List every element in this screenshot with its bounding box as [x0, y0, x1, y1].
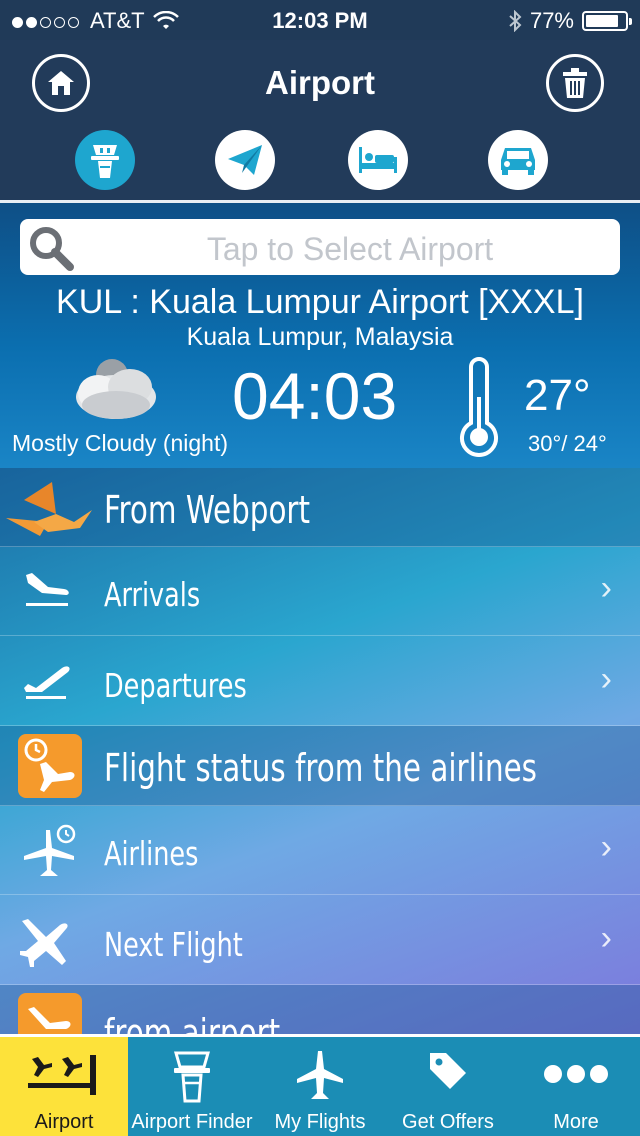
- airlines-row[interactable]: Airlines ›: [0, 806, 640, 895]
- tab-get-offers[interactable]: Get Offers: [384, 1037, 512, 1136]
- menu-list: From Webport Arrivals › Departures › Fli…: [0, 468, 640, 1034]
- departures-row[interactable]: Departures ›: [0, 636, 640, 726]
- paper-plane-icon: [228, 145, 262, 175]
- tab-get-offers-label: Get Offers: [402, 1111, 494, 1133]
- next-flight-label: Next Flight: [104, 925, 243, 964]
- tab-airport-finder-label: Airport Finder: [131, 1111, 253, 1133]
- arrivals-row[interactable]: Arrivals ›: [0, 547, 640, 636]
- section-header-webport: From Webport: [0, 468, 640, 547]
- tab-airport[interactable]: Airport: [0, 1037, 128, 1136]
- plane-landing-icon: [26, 573, 69, 606]
- tab-airport-label: Airport: [34, 1111, 94, 1133]
- section-airport-label: from airport: [104, 1011, 281, 1034]
- tab-airport-finder[interactable]: Airport Finder: [128, 1037, 256, 1136]
- flight-status-icon: [18, 734, 82, 798]
- flights-tool-button[interactable]: [215, 130, 275, 190]
- bed-icon: [359, 147, 397, 173]
- airport-location: Kuala Lumpur, Malaysia: [186, 323, 454, 351]
- airlines-label: Airlines: [104, 834, 199, 873]
- airport-search-field[interactable]: Tap to Select Airport: [20, 219, 620, 275]
- airplane-icon: [20, 919, 68, 967]
- section-header-airport: from airport: [0, 985, 640, 1034]
- airport-tool-button[interactable]: [75, 130, 135, 190]
- tab-more-label: More: [553, 1111, 599, 1133]
- section-header-airlines: Flight status from the airlines: [0, 726, 640, 806]
- departures-label: Departures: [104, 666, 247, 705]
- airport-info-panel: Tap to Select Airport KUL : Kuala Lumpur…: [0, 203, 640, 468]
- chevron-right-icon: ›: [600, 828, 612, 866]
- airport-runway-icon: [28, 1055, 96, 1095]
- bird-logo-icon: [6, 482, 92, 536]
- section-airlines-label: Flight status from the airlines: [104, 746, 537, 790]
- control-tower-icon: [91, 145, 119, 178]
- tab-my-flights-label: My Flights: [274, 1111, 366, 1133]
- temperature: 27°: [524, 371, 591, 420]
- plane-takeoff-icon: [24, 666, 70, 699]
- trash-icon: [563, 68, 587, 98]
- high-low-temperature: 30°/ 24°: [528, 431, 607, 456]
- thermometer-icon: [460, 357, 498, 457]
- chevron-right-icon: ›: [600, 919, 612, 957]
- control-tower-icon: [174, 1051, 210, 1103]
- airport-name: KUL : Kuala Lumpur Airport [XXXL]: [56, 283, 584, 321]
- airline-plane-clock-icon: [24, 824, 76, 876]
- car-tool-button[interactable]: [488, 130, 548, 190]
- page-title: Airport: [265, 64, 375, 101]
- cloudy-night-icon: [76, 359, 156, 419]
- chevron-right-icon: ›: [600, 569, 612, 607]
- weather-condition: Mostly Cloudy (night): [12, 430, 229, 456]
- airplane-icon: [297, 1051, 343, 1099]
- airport-departure-icon: [18, 993, 82, 1034]
- tab-more[interactable]: More: [512, 1037, 640, 1136]
- delete-button[interactable]: [546, 54, 604, 112]
- more-dots-icon: [544, 1065, 608, 1083]
- status-bar: AT&T 12:03 PM 77%: [0, 0, 640, 40]
- price-tag-icon: [430, 1053, 466, 1089]
- bluetooth-icon: [509, 10, 522, 32]
- tab-my-flights[interactable]: My Flights: [256, 1037, 384, 1136]
- hotel-tool-button[interactable]: [348, 130, 408, 190]
- tab-bar: Airport Airport Finder My Flights Get Of…: [0, 1034, 640, 1136]
- section-webport-label: From Webport: [104, 488, 311, 532]
- search-placeholder: Tap to Select Airport: [206, 231, 494, 267]
- nav-bar: Airport: [0, 40, 640, 200]
- arrivals-label: Arrivals: [104, 575, 201, 614]
- next-flight-row[interactable]: Next Flight ›: [0, 895, 640, 985]
- chevron-right-icon: ›: [600, 660, 612, 698]
- battery-percent: 77%: [529, 8, 574, 33]
- car-icon: [501, 148, 535, 175]
- local-time: 04:03: [232, 359, 398, 433]
- battery-icon: [582, 11, 632, 31]
